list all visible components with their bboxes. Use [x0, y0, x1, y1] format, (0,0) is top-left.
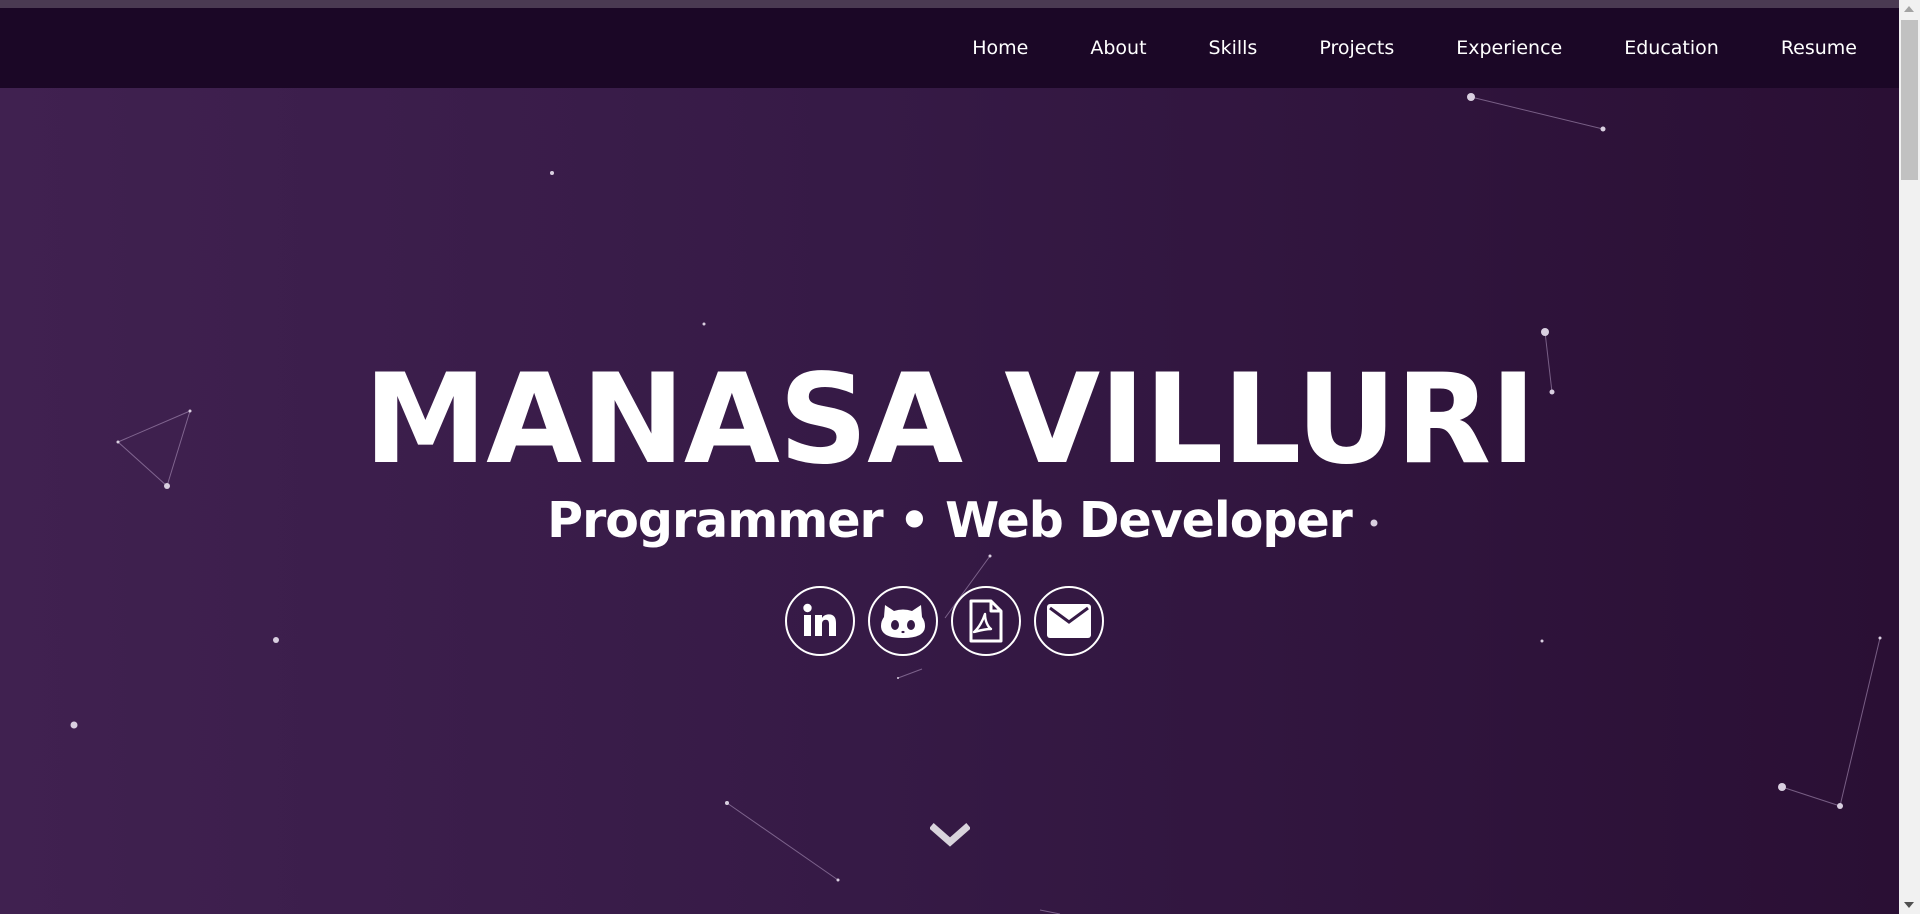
hero-title: MANASA VILLURI	[363, 348, 1537, 492]
nav-projects[interactable]: Projects	[1319, 37, 1394, 59]
pdf-resume-icon	[969, 599, 1003, 643]
navbar: Home About Skills Projects Experience Ed…	[0, 8, 1899, 88]
scroll-down-button[interactable]	[929, 822, 971, 850]
resume-pdf-button[interactable]	[951, 586, 1021, 656]
nav-education[interactable]: Education	[1624, 37, 1719, 59]
hero-subtitle: Programmer • Web Developer	[547, 492, 1353, 549]
scrollbar-thumb[interactable]	[1901, 20, 1918, 180]
page-scrollbar[interactable]	[1899, 0, 1920, 914]
github-icon	[881, 605, 925, 638]
social-links	[785, 586, 1104, 656]
nav-home[interactable]: Home	[972, 37, 1028, 59]
top-strip	[0, 0, 1920, 8]
chevron-down-icon	[929, 823, 971, 847]
hero-section: MANASA VILLURI Programmer • Web Develope…	[0, 88, 1899, 914]
email-icon	[1047, 604, 1091, 638]
email-button[interactable]	[1034, 586, 1104, 656]
scroll-down-arrow-icon[interactable]	[1904, 902, 1914, 908]
nav-resume[interactable]: Resume	[1781, 37, 1857, 59]
github-button[interactable]	[868, 586, 938, 656]
linkedin-icon	[803, 603, 836, 636]
nav-links: Home About Skills Projects Experience Ed…	[972, 8, 1857, 88]
scroll-up-arrow-icon[interactable]	[1904, 6, 1914, 12]
nav-experience[interactable]: Experience	[1456, 37, 1562, 59]
linkedin-button[interactable]	[785, 586, 855, 656]
nav-skills[interactable]: Skills	[1209, 37, 1258, 59]
nav-about[interactable]: About	[1090, 37, 1146, 59]
